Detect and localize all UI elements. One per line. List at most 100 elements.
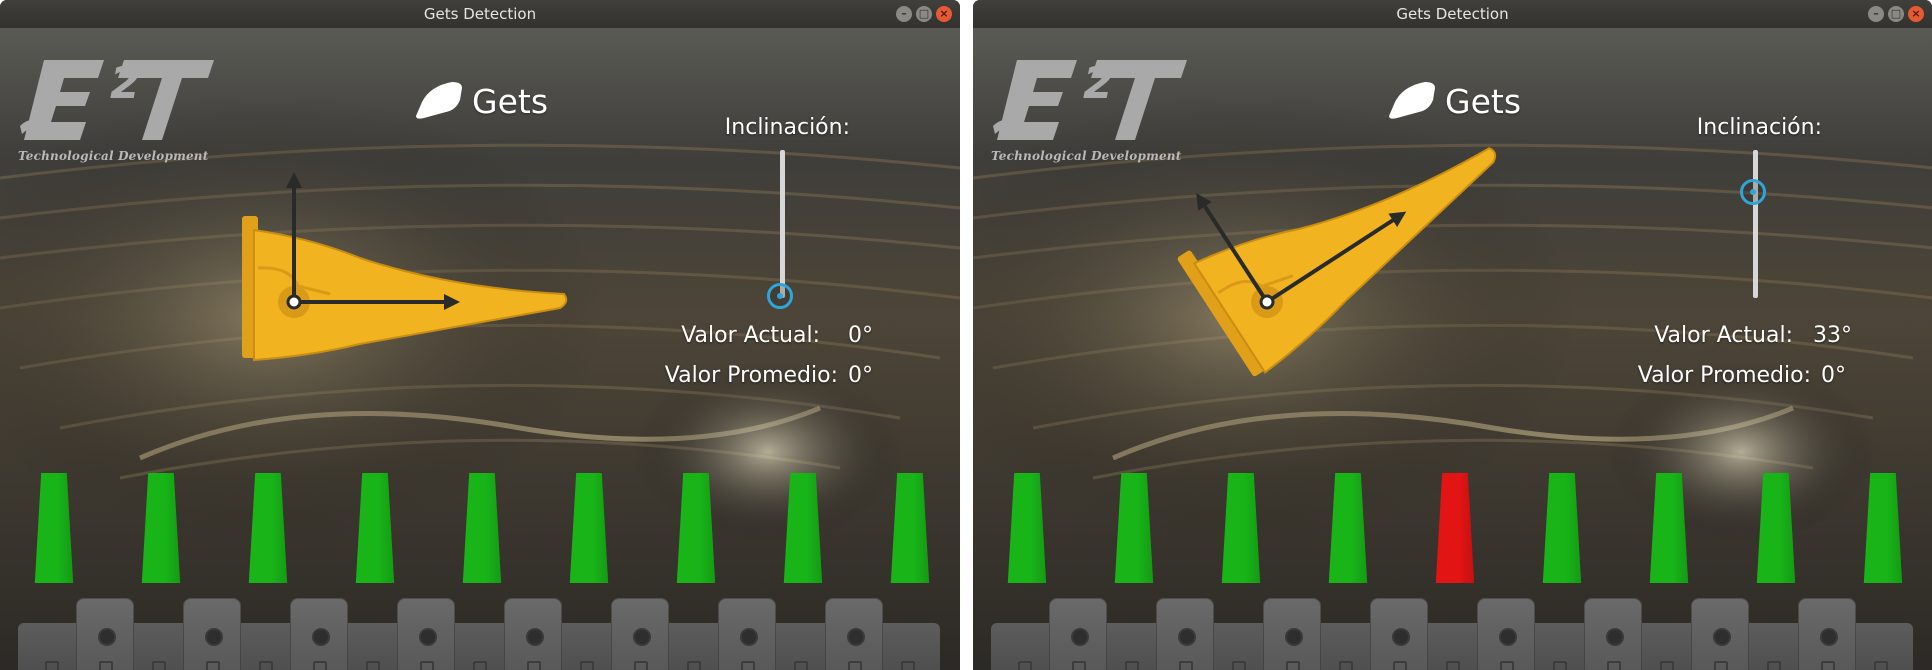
svg-text:2: 2 xyxy=(110,58,141,109)
pin-hole xyxy=(1285,628,1303,646)
logo-subtitle: Technological Development xyxy=(18,149,209,163)
pin-hole xyxy=(633,628,651,646)
window-title: Gets Detection xyxy=(1396,5,1509,23)
lip-slot xyxy=(1071,661,1086,670)
adapter-block xyxy=(718,598,776,670)
window-titlebar[interactable]: Gets Detection – □ × xyxy=(0,0,960,28)
pin-hole xyxy=(1499,628,1517,646)
teeth-status-row xyxy=(973,473,1932,670)
bucket-tooth-icon xyxy=(1389,82,1435,119)
lip-slot xyxy=(1874,661,1888,670)
lip-slot xyxy=(1339,661,1353,670)
tooth-ok-indicator xyxy=(34,473,74,583)
tooth-ok-indicator xyxy=(890,473,930,583)
tooth-ok-indicator xyxy=(1007,473,1047,583)
lip-slot xyxy=(1606,661,1621,670)
lip-slot xyxy=(1392,661,1407,670)
average-value: 0° xyxy=(848,363,873,388)
tooth-ok-indicator xyxy=(355,473,395,583)
lip-slot xyxy=(740,661,755,670)
adapter-block xyxy=(611,598,669,670)
close-icon[interactable]: × xyxy=(1908,6,1924,22)
adapter-block xyxy=(825,598,883,670)
lip-slot xyxy=(794,661,808,670)
lip-slot xyxy=(1499,661,1514,670)
app-title: Gets xyxy=(472,82,549,121)
lip-slot xyxy=(1018,661,1032,670)
adapter-block xyxy=(1263,598,1321,670)
adapter-block xyxy=(1691,598,1749,670)
tooth-ok-indicator xyxy=(783,473,823,583)
pin-hole xyxy=(847,628,865,646)
pin-hole xyxy=(1178,628,1196,646)
actual-value: 0° xyxy=(848,323,873,348)
minimize-icon[interactable]: – xyxy=(1868,6,1884,22)
close-icon[interactable]: × xyxy=(936,6,952,22)
lip-slot xyxy=(633,661,648,670)
window-titlebar[interactable]: Gets Detection – □ × xyxy=(973,0,1932,28)
lip-slot xyxy=(1178,661,1193,670)
tooth-ok-indicator xyxy=(1649,473,1689,583)
lip-slot xyxy=(1713,661,1728,670)
pin-hole xyxy=(740,628,758,646)
inclination-slider-track[interactable] xyxy=(780,150,785,298)
inclination-slider-track[interactable] xyxy=(1753,150,1758,298)
lip-slot xyxy=(1285,661,1300,670)
pin-hole xyxy=(312,628,330,646)
tooth-missing-indicator xyxy=(1435,473,1475,583)
tooth-ok-indicator xyxy=(1542,473,1582,583)
window-controls: – □ × xyxy=(896,6,952,22)
tooth-ok-indicator xyxy=(1863,473,1903,583)
tooth-ok-indicator xyxy=(676,473,716,583)
pin-hole xyxy=(1606,628,1624,646)
pin-hole xyxy=(526,628,544,646)
tooth-inclination-graphic xyxy=(1177,147,1497,377)
adapter-block xyxy=(1584,598,1642,670)
adapter-block xyxy=(1049,598,1107,670)
tooth-ok-indicator xyxy=(141,473,181,583)
tooth-inclination-graphic xyxy=(242,172,568,362)
lip-slot xyxy=(1446,661,1460,670)
lip-slot xyxy=(259,661,273,670)
adapter-block xyxy=(290,598,348,670)
adapter-block xyxy=(1477,598,1535,670)
lip-slot xyxy=(152,661,166,670)
pin-hole xyxy=(1820,628,1838,646)
pin-hole xyxy=(1071,628,1089,646)
lip-slot xyxy=(473,661,487,670)
e2t-logo: 2 Technological Development xyxy=(14,40,224,175)
pin-hole xyxy=(98,628,116,646)
svg-text:2: 2 xyxy=(1083,58,1114,109)
tooth-ok-indicator xyxy=(569,473,609,583)
lip-slot xyxy=(1820,661,1835,670)
lip-slot xyxy=(45,661,59,670)
lip-slot xyxy=(847,661,862,670)
adapter-block xyxy=(1156,598,1214,670)
window-title: Gets Detection xyxy=(423,5,537,23)
lip-slot xyxy=(1767,661,1781,670)
inclination-slider-handle[interactable] xyxy=(767,283,793,309)
adapter-block xyxy=(1798,598,1856,670)
adapter-block xyxy=(1370,598,1428,670)
inclination-label: Inclinación: xyxy=(724,115,850,140)
tooth-ok-indicator xyxy=(1328,473,1368,583)
minimize-icon[interactable]: – xyxy=(896,6,912,22)
tooth-ok-indicator xyxy=(1221,473,1261,583)
pin-hole xyxy=(419,628,437,646)
lip-slot xyxy=(98,661,113,670)
lip-slot xyxy=(1553,661,1567,670)
adapter-block xyxy=(76,598,134,670)
inclination-label: Inclinación: xyxy=(1696,115,1822,140)
lip-slot xyxy=(901,661,915,670)
tooth-ok-indicator xyxy=(1756,473,1796,583)
bucket-tooth-icon xyxy=(416,82,462,119)
maximize-icon[interactable]: □ xyxy=(916,6,932,22)
adapter-block xyxy=(504,598,562,670)
gets-detection-window: Gets Detection – □ × 2 Technological Dev… xyxy=(0,0,960,670)
lip-slot xyxy=(366,661,380,670)
adapter-block xyxy=(397,598,455,670)
lip-slot xyxy=(312,661,327,670)
maximize-icon[interactable]: □ xyxy=(1888,6,1904,22)
pin-hole xyxy=(1392,628,1410,646)
lip-slot xyxy=(1125,661,1139,670)
